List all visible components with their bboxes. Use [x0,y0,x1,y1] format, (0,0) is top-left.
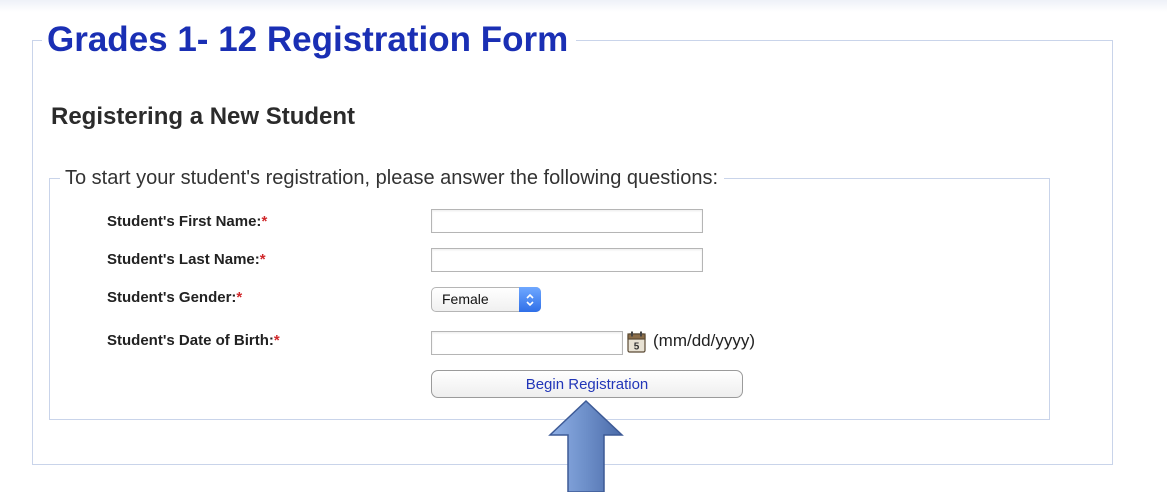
questions-instructions: To start your student's registration, pl… [60,165,725,191]
required-marker: * [273,332,280,349]
chevron-updown-icon [519,287,541,312]
chevron-updown-svg [526,293,534,306]
page-title: Grades 1- 12 Registration Form [42,20,577,60]
required-marker: * [236,289,243,306]
required-marker: * [259,251,266,268]
dob-input[interactable] [431,331,623,355]
top-strip [0,0,1167,12]
gender-selected-value: Female [442,291,489,307]
calendar-icon-number: 5 [634,342,640,353]
begin-registration-button[interactable]: Begin Registration [431,370,743,398]
first-name-label-text: Student's First Name: [107,213,262,230]
gender-label-text: Student's Gender: [107,289,237,306]
last-name-label: Student's Last Name:* [107,251,266,269]
last-name-label-text: Student's Last Name: [107,251,260,268]
dob-label: Student's Date of Birth:* [107,332,280,350]
up-arrow-icon [548,399,624,492]
first-name-input[interactable] [431,209,703,233]
section-heading: Registering a New Student [51,103,356,130]
last-name-input[interactable] [431,248,703,272]
first-name-label: Student's First Name:* [107,213,267,231]
gender-label: Student's Gender:* [107,289,242,307]
required-marker: * [261,213,268,230]
date-format-hint: (mm/dd/yyyy) [653,331,755,350]
gender-select[interactable]: Female [431,287,541,312]
calendar-icon[interactable]: 5 [627,331,647,353]
dob-label-text: Student's Date of Birth: [107,332,274,349]
